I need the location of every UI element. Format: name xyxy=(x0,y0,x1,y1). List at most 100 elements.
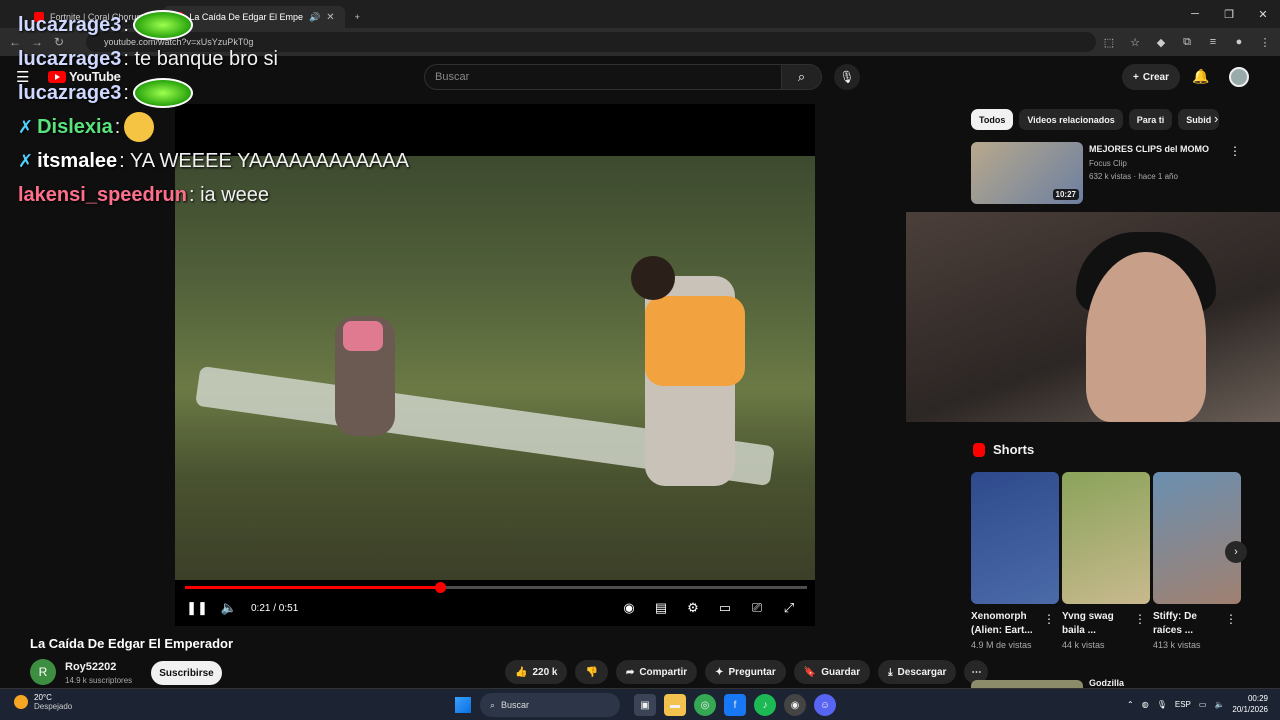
taskbar-search-label: Buscar xyxy=(501,700,530,710)
cast-icon[interactable]: ⎚ xyxy=(741,596,773,620)
channel-name[interactable]: Roy52202 xyxy=(65,661,116,673)
install-app-icon[interactable]: ⬚ xyxy=(1100,32,1118,52)
chat-username: itsmalee xyxy=(37,149,118,172)
speaker-icon[interactable]: 🔈 xyxy=(1214,700,1224,709)
display-icon[interactable]: ▭ xyxy=(1199,700,1207,709)
progress-bar[interactable] xyxy=(185,582,807,593)
short-title[interactable]: Yvng swag baila ... xyxy=(1062,610,1134,638)
short-title[interactable]: Xenomorph (Alien: Eart... xyxy=(971,610,1043,638)
minimize-icon[interactable]: ─ xyxy=(1178,0,1212,28)
chevron-right-icon[interactable]: › xyxy=(1214,111,1218,126)
search-input[interactable]: Buscar xyxy=(424,64,782,90)
thumbs-up-icon: 👍 xyxy=(515,666,528,678)
short-views: 44 k vistas xyxy=(1062,640,1105,650)
chat-line: ✗ Dislexia: xyxy=(18,110,438,144)
shorts-next-button[interactable]: › xyxy=(1225,541,1247,563)
clock-time: 00:29 xyxy=(1247,694,1268,703)
discord-icon[interactable]: ☺ xyxy=(814,694,836,716)
shorts-shelf: Xenomorph (Alien: Eart... 4.9 M de vista… xyxy=(971,472,1241,650)
miniplayer-icon[interactable]: ▭ xyxy=(709,596,741,620)
bookmark-star-icon[interactable]: ☆ xyxy=(1126,32,1144,52)
short-thumbnail[interactable] xyxy=(1062,472,1150,604)
download-button[interactable]: ⤓ Descargar xyxy=(878,660,957,684)
short-item[interactable]: Xenomorph (Alien: Eart... 4.9 M de vista… xyxy=(971,472,1059,650)
recommended-title[interactable]: MEJORES CLIPS del MOMO xyxy=(1089,144,1229,154)
tray-overflow-icon[interactable]: ⌃ xyxy=(1127,700,1134,709)
channel-avatar[interactable]: R xyxy=(30,659,56,685)
sword-badge-icon: ✗ xyxy=(18,150,34,171)
short-item[interactable]: Yvng swag baila ... 44 k vistas ⋮ xyxy=(1062,472,1150,650)
more-menu-icon[interactable]: ⋮ xyxy=(1256,32,1274,52)
subscribe-button[interactable]: Suscribirse xyxy=(151,661,222,685)
search-button[interactable]: ⌕ xyxy=(782,64,822,90)
clock[interactable]: 00:29 20/1/2026 xyxy=(1232,693,1268,715)
recommended-thumbnail[interactable]: 10:27 xyxy=(971,142,1083,204)
volume-icon[interactable]: 🔈 xyxy=(213,596,245,620)
recommended-channel[interactable]: Focus Clip xyxy=(1089,159,1127,168)
fullscreen-icon[interactable]: ⤢ xyxy=(773,596,805,620)
recommended-thumbnail[interactable] xyxy=(971,680,1083,688)
language-indicator[interactable]: ESP xyxy=(1175,700,1191,709)
chat-line: lucazrage3: xyxy=(18,76,438,110)
like-button[interactable]: 👍 220 k xyxy=(505,660,568,684)
chip-all[interactable]: Todos xyxy=(971,109,1014,130)
more-vertical-icon[interactable]: ⋮ xyxy=(1229,144,1241,158)
save-button[interactable]: 🔖 Guardar xyxy=(793,660,871,684)
chrome-icon[interactable]: ◎ xyxy=(694,694,716,716)
short-title[interactable]: Stiffy: De raíces ... xyxy=(1153,610,1225,638)
microphone-icon[interactable]: 🎙 xyxy=(1157,700,1167,709)
more-vertical-icon[interactable]: ⋮ xyxy=(1225,612,1237,626)
more-vertical-icon[interactable]: ⋮ xyxy=(1043,612,1055,626)
video-scene-shirt-right xyxy=(645,296,745,386)
media-controls-icon[interactable]: ≡ xyxy=(1204,32,1222,52)
chat-username: lucazrage3 xyxy=(18,47,122,70)
chat-message: : ia weee xyxy=(188,183,270,206)
taskbar-search[interactable]: ⌕ Buscar xyxy=(480,693,620,717)
short-thumbnail[interactable] xyxy=(1153,472,1241,604)
network-icon[interactable]: ◍ xyxy=(1142,700,1149,709)
autoplay-toggle-icon[interactable]: ◉ xyxy=(613,596,645,620)
dislike-button[interactable]: 👎 xyxy=(575,660,608,684)
close-window-icon[interactable]: ✕ xyxy=(1246,0,1280,28)
video-frame[interactable] xyxy=(175,156,815,580)
puzzle-extensions-icon[interactable]: ⧉ xyxy=(1178,32,1196,52)
account-avatar[interactable] xyxy=(1229,67,1249,87)
profile-icon[interactable]: ● xyxy=(1230,32,1248,52)
task-view-icon[interactable]: ▣ xyxy=(634,694,656,716)
video-scene-shirt-left xyxy=(343,321,383,351)
clock-date: 20/1/2026 xyxy=(1232,705,1268,714)
chip-related[interactable]: Videos relacionados xyxy=(1019,109,1123,130)
voice-search-button[interactable]: 🎙 xyxy=(834,64,860,90)
video-title: La Caída De Edgar El Emperador xyxy=(30,636,234,651)
weather-widget[interactable]: 20°C Despejado xyxy=(14,693,72,711)
facebook-icon[interactable]: f xyxy=(724,694,746,716)
recommended-video[interactable]: Godzilla xyxy=(971,678,1241,688)
extension-icon[interactable]: ◆ xyxy=(1152,32,1170,52)
recommended-video[interactable]: 10:27 MEJORES CLIPS del MOMO Focus Clip … xyxy=(971,142,1241,204)
notifications-bell-icon[interactable]: 🔔 xyxy=(1192,68,1209,85)
chat-line: ✗ itsmalee : YA WEEEE YAAAAAAAAAAAA xyxy=(18,144,438,178)
file-explorer-icon[interactable]: ▬ xyxy=(664,694,686,716)
spotify-icon[interactable]: ♪ xyxy=(754,694,776,716)
more-vertical-icon[interactable]: ⋮ xyxy=(1134,612,1146,626)
create-button[interactable]: + Crear xyxy=(1122,64,1180,90)
pause-icon[interactable]: ❚❚ xyxy=(181,596,213,620)
taskbar-apps: ▣ ▬ ◎ f ♪ ◉ ☺ xyxy=(634,694,836,716)
windows-start-icon[interactable] xyxy=(455,697,471,713)
settings-gear-icon[interactable]: ⚙ xyxy=(677,596,709,620)
chat-line: lakensi_speedrun : ia weee xyxy=(18,178,438,212)
progress-scrubber[interactable] xyxy=(435,582,447,593)
recommended-title[interactable]: Godzilla xyxy=(1089,678,1124,688)
ask-button[interactable]: ✦ Preguntar xyxy=(705,660,786,684)
short-thumbnail[interactable] xyxy=(971,472,1059,604)
share-icon: ➦ xyxy=(625,666,635,678)
obs-icon[interactable]: ◉ xyxy=(784,694,806,716)
short-item[interactable]: Stiffy: De raíces ... 413 k vistas ⋮ xyxy=(1153,472,1241,650)
maximize-icon[interactable]: ❐ xyxy=(1212,0,1246,28)
filter-chips: Todos Videos relacionados Para ti Subid xyxy=(971,109,1220,130)
chip-for-you[interactable]: Para ti xyxy=(1128,109,1173,130)
emote-icon xyxy=(132,78,193,108)
subtitles-icon[interactable]: ▤ xyxy=(645,596,677,620)
subscriber-count: 14.9 k suscriptores xyxy=(65,676,133,685)
share-button[interactable]: ➦ Compartir xyxy=(615,660,698,684)
